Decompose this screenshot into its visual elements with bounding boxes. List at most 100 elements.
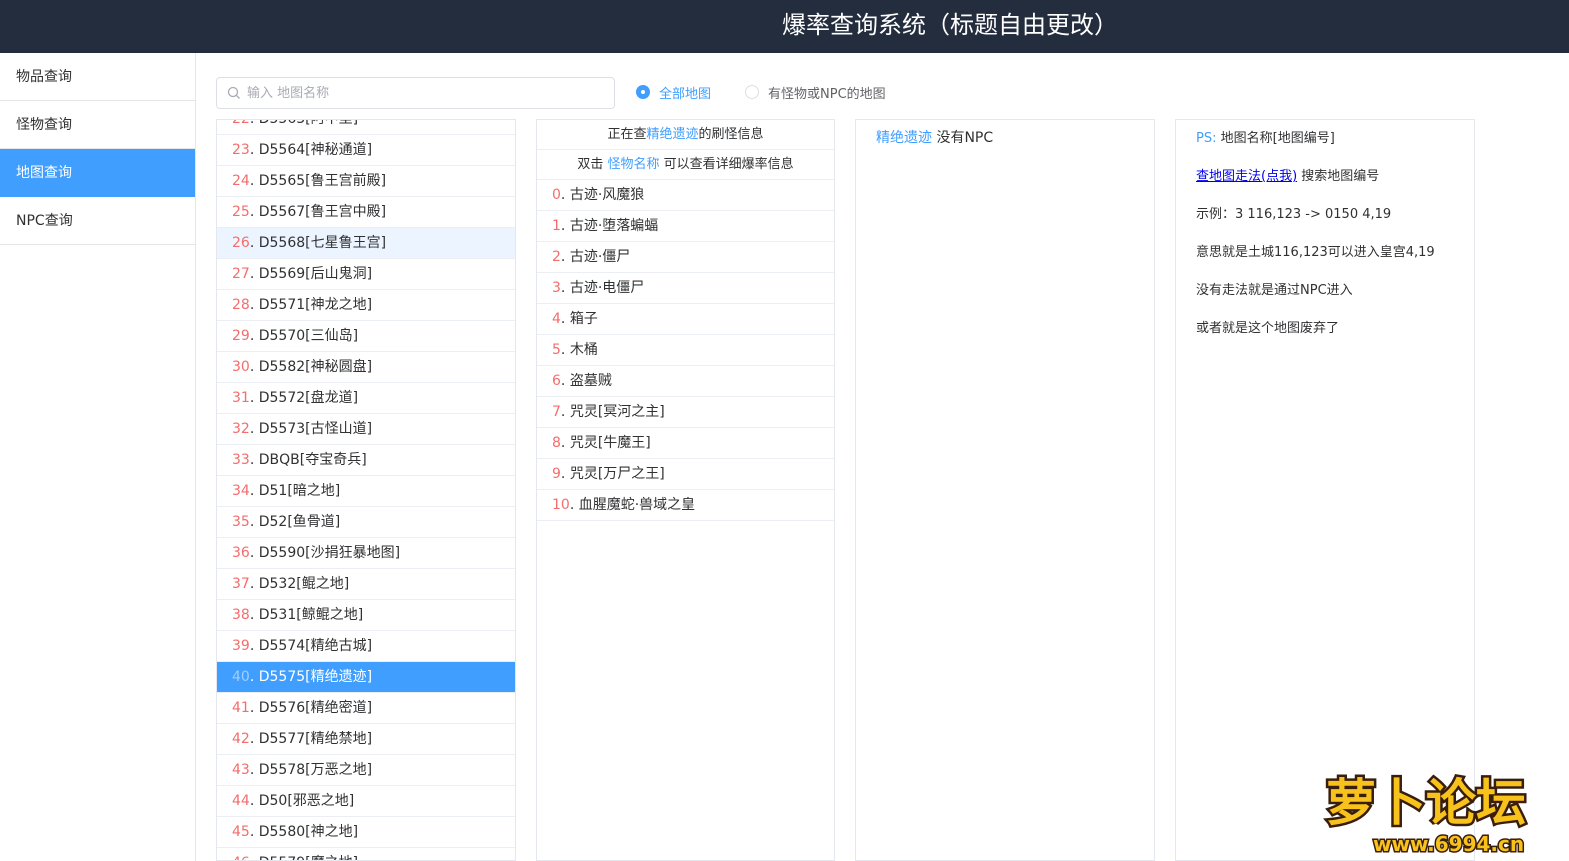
current-map-name: 精绝遗迹 [646, 127, 699, 142]
map-list-item[interactable]: 24. D5565[鲁王宫前殿] [217, 166, 515, 197]
map-index: 28 [232, 297, 250, 313]
monster-list-item[interactable]: 4. 箱子 [537, 304, 834, 335]
map-index: 43 [232, 762, 250, 778]
map-name: D5571[神龙之地] [258, 297, 373, 313]
monster-list-item[interactable]: 0. 古迹·风魔狼 [537, 180, 834, 211]
link-after-text: 搜索地图编号 [1297, 169, 1380, 184]
map-list-item[interactable]: 44. D50[邪恶之地] [217, 786, 515, 817]
sidebar-item-item-query[interactable]: 物品查询 [0, 53, 195, 101]
monster-list-item[interactable]: 2. 古迹·僵尸 [537, 242, 834, 273]
radio-dot [745, 85, 759, 99]
map-list-item[interactable]: 46. D5579[魔之地] [217, 848, 515, 860]
map-list-item[interactable]: 43. D5578[万恶之地] [217, 755, 515, 786]
index-separator: . [249, 700, 259, 716]
map-list-item[interactable]: 28. D5571[神龙之地] [217, 290, 515, 321]
index-separator: . [249, 514, 259, 530]
map-list-item[interactable]: 27. D5569[后山鬼洞] [217, 259, 515, 290]
map-name: D50[邪恶之地] [258, 793, 355, 809]
map-list-item[interactable]: 42. D5577[精绝禁地] [217, 724, 515, 755]
monster-name: 古迹·电僵尸 [569, 280, 645, 296]
map-name: D5580[神之地] [258, 824, 359, 840]
map-route-link[interactable]: 查地图走法(点我) [1196, 169, 1297, 184]
map-index: 22 [232, 119, 250, 127]
monster-list-item[interactable]: 1. 古迹·堕落蝙蝠 [537, 211, 834, 242]
index-separator: . [249, 328, 259, 344]
map-name: D5574[精绝古城] [258, 638, 373, 654]
index-separator: . [560, 249, 570, 265]
monster-panel-hint: 双击 怪物名称 可以查看详细爆率信息 [537, 150, 834, 180]
monster-list-item[interactable]: 6. 盗墓贼 [537, 366, 834, 397]
map-list-item[interactable]: 35. D52[鱼骨道] [217, 507, 515, 538]
monster-index: 6 [552, 373, 561, 389]
map-index: 42 [232, 731, 250, 747]
map-list-item[interactable]: 31. D5572[盘龙道] [217, 383, 515, 414]
map-index: 40 [232, 669, 250, 685]
map-list-item[interactable]: 32. D5573[古怪山道] [217, 414, 515, 445]
map-search-box[interactable] [216, 77, 615, 109]
map-list-item[interactable]: 45. D5580[神之地] [217, 817, 515, 848]
map-list-item[interactable]: 37. D532[鲲之地] [217, 569, 515, 600]
map-list-item[interactable]: 39. D5574[精绝古城] [217, 631, 515, 662]
map-name: D5570[三仙岛] [258, 328, 359, 344]
map-list-item[interactable]: 29. D5570[三仙岛] [217, 321, 515, 352]
index-separator: . [249, 204, 259, 220]
map-name: DBQB[夺宝奇兵] [258, 452, 367, 468]
sidebar-item-map-query[interactable]: 地图查询 [0, 149, 195, 197]
index-separator: . [249, 359, 259, 375]
map-name: D5569[后山鬼洞] [258, 266, 373, 282]
index-separator: . [560, 218, 570, 234]
map-list-item[interactable]: 33. DBQB[夺宝奇兵] [217, 445, 515, 476]
map-list-item[interactable]: 38. D531[鲸鲲之地] [217, 600, 515, 631]
monster-list-item[interactable]: 10. 血腥魔蛇·兽域之皇 [537, 490, 834, 521]
map-list-item[interactable]: 34. D51[暗之地] [217, 476, 515, 507]
radio-dot [636, 85, 650, 99]
map-name: D52[鱼骨道] [258, 514, 341, 530]
index-separator: . [249, 452, 259, 468]
npc-info: 精绝遗迹 没有NPC [856, 120, 1154, 147]
map-name: D531[鲸鲲之地] [258, 607, 364, 623]
monster-list-item[interactable]: 5. 木桶 [537, 335, 834, 366]
map-name: D5577[精绝禁地] [258, 731, 373, 747]
monster-name: 木桶 [569, 342, 598, 358]
map-list-panel[interactable]: 22. D5563[阿中里] 23. D5564[神秘通道] 24. D5565[鲁… [216, 119, 516, 861]
monster-list-item[interactable]: 7. 咒灵[冥河之主] [537, 397, 834, 428]
monster-name: 咒灵[牛魔王] [569, 435, 651, 451]
map-name: D5567[鲁王宫中殿] [258, 204, 387, 220]
map-name: D5564[神秘通道] [258, 142, 373, 158]
map-list-item[interactable]: 26. D5568[七星鲁王宫] [217, 228, 515, 259]
map-list-item[interactable]: 40. D5575[精绝遗迹] [217, 662, 515, 693]
radio-all-maps[interactable]: 全部地图 [636, 82, 711, 102]
monster-list-item[interactable]: 3. 古迹·电僵尸 [537, 273, 834, 304]
sidebar-item-npc-query[interactable]: NPC查询 [0, 197, 195, 245]
monster-name: 古迹·风魔狼 [569, 187, 645, 203]
index-separator: . [569, 497, 579, 513]
index-separator: . [249, 421, 259, 437]
sidebar-item-monster-query[interactable]: 怪物查询 [0, 101, 195, 149]
map-index: 30 [232, 359, 250, 375]
map-name: D5578[万恶之地] [258, 762, 373, 778]
map-name: D5573[古怪山道] [258, 421, 373, 437]
monster-index: 3 [552, 280, 561, 296]
map-name: D5590[沙捐狂暴地图] [258, 545, 401, 561]
map-list-item[interactable]: 25. D5567[鲁王宫中殿] [217, 197, 515, 228]
index-separator: . [249, 173, 259, 189]
map-index: 29 [232, 328, 250, 344]
index-separator: . [560, 373, 570, 389]
radio-npc-maps-label: 有怪物或NPC的地图 [768, 86, 886, 102]
map-list-item[interactable]: 23. D5564[神秘通道] [217, 135, 515, 166]
map-list-item[interactable]: 41. D5576[精绝密道] [217, 693, 515, 724]
map-index: 27 [232, 266, 250, 282]
monster-name: 咒灵[万尸之王] [569, 466, 665, 482]
map-list-item[interactable]: 36. D5590[沙捐狂暴地图] [217, 538, 515, 569]
hint-text: 双击 [577, 157, 608, 172]
map-index: 25 [232, 204, 250, 220]
map-name: D532[鲲之地] [258, 576, 350, 592]
help-panel: PS: 地图名称[地图编号] 查地图走法(点我) 搜索地图编号 示例：3 116… [1175, 119, 1475, 861]
monster-list-item[interactable]: 8. 咒灵[牛魔王] [537, 428, 834, 459]
map-search-input[interactable] [247, 80, 607, 106]
radio-npc-maps[interactable]: 有怪物或NPC的地图 [745, 82, 886, 102]
map-list-item[interactable]: 22. D5563[阿中里] [217, 119, 515, 135]
map-index: 36 [232, 545, 250, 561]
map-list-item[interactable]: 30. D5582[神秘圆盘] [217, 352, 515, 383]
monster-list-item[interactable]: 9. 咒灵[万尸之王] [537, 459, 834, 490]
